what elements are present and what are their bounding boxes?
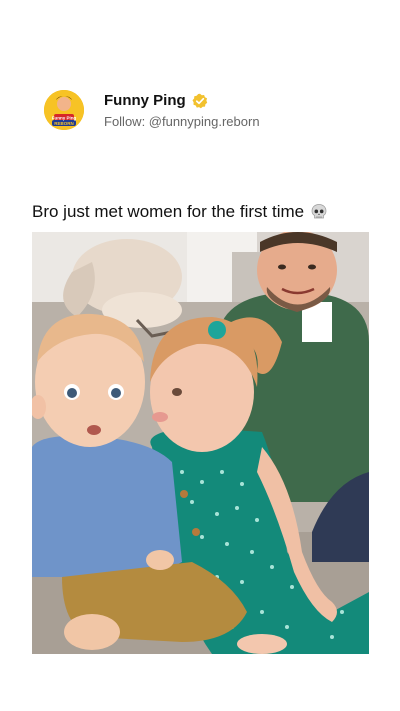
svg-text:Funny Ping: Funny Ping <box>52 116 77 121</box>
skull-icon <box>311 204 327 219</box>
post-video[interactable] <box>32 232 369 654</box>
svg-text:REBORN: REBORN <box>54 121 74 126</box>
post-header: Funny Ping REBORN Funny Ping Follow: @fu… <box>44 88 374 138</box>
video-frame <box>32 232 369 654</box>
account-avatar[interactable]: Funny Ping REBORN <box>44 90 84 130</box>
account-name[interactable]: Funny Ping <box>104 92 186 109</box>
follow-handle[interactable]: Follow: @funnyping.reborn <box>104 114 260 129</box>
post-caption: Bro just met women for the first time <box>32 198 372 226</box>
caption-text: Bro just met women for the first time <box>32 202 305 221</box>
verified-badge-icon <box>192 93 207 108</box>
funny-ping-logo-icon: Funny Ping REBORN <box>44 90 84 130</box>
